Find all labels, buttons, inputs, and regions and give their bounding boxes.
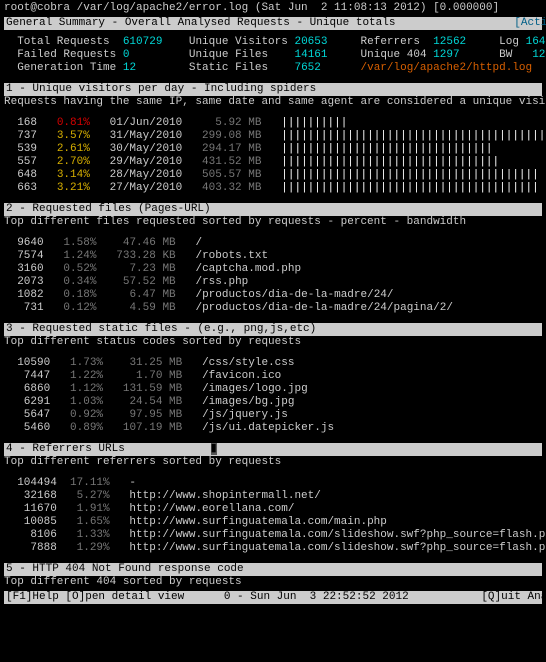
file-row[interactable]: 1082 0.18% 6.47 MB /productos/dia-de-la-… [4,289,542,302]
referrer-row[interactable]: 8106 1.33% http://www.surfinguatemala.co… [4,529,542,542]
static-row[interactable]: 5460 0.89% 107.19 MB /js/ui.datepicker.j… [4,422,542,435]
summary-row-1: Total Requests 610729 Unique Visitors 20… [4,36,542,49]
section-3-sub: Top different status codes sorted by req… [4,336,542,349]
section-1-header[interactable]: 1 - Unique visitors per day - Including … [4,83,542,96]
section-3-header[interactable]: 3 - Requested static files - (e.g., png,… [4,323,542,336]
summary-row-3: Generation Time 12 Static Files 7652 /va… [4,62,542,75]
static-row[interactable]: 7447 1.22% 1.70 MB /favicon.ico [4,370,542,383]
footer-bar: [F1]Help [O]pen detail view 0 - Sun Jun … [4,591,542,604]
section-5-header[interactable]: 5 - HTTP 404 Not Found response code [4,563,542,576]
static-row[interactable]: 6860 1.12% 131.59 MB /images/logo.jpg [4,383,542,396]
visitors-row[interactable]: 663 3.21% 27/May/2010 403.32 MB ||||||||… [4,182,542,195]
static-row[interactable]: 6291 1.03% 24.54 MB /images/bg.jpg [4,396,542,409]
section-5-sub: Top different 404 sorted by requests [4,576,542,589]
title-bar: root@cobra /var/log/apache2/error.log (S… [4,2,542,15]
summary-row-2: Failed Requests 0 Unique Files 14161 Uni… [4,49,542,62]
visitors-row[interactable]: 539 2.61% 30/May/2010 294.17 MB ||||||||… [4,143,542,156]
general-summary-header: General Summary - Overall Analysed Reque… [4,17,542,30]
referrer-row[interactable]: 11670 1.91% http://www.eorellana.com/ [4,503,542,516]
section-2-header[interactable]: 2 - Requested files (Pages-URL) [4,203,542,216]
static-row[interactable]: 10590 1.73% 31.25 MB /css/style.css [4,357,542,370]
file-row[interactable]: 9640 1.58% 47.46 MB / [4,237,542,250]
visitors-row[interactable]: 557 2.70% 29/May/2010 431.52 MB ||||||||… [4,156,542,169]
file-row[interactable]: 2073 0.34% 57.52 MB /rss.php [4,276,542,289]
section-4-header[interactable]: 4 - Referrers URLs ▮ [4,443,542,456]
referrer-row[interactable]: 10085 1.65% http://www.surfinguatemala.c… [4,516,542,529]
file-row[interactable]: 731 0.12% 4.59 MB /productos/dia-de-la-m… [4,302,542,315]
file-row[interactable]: 7574 1.24% 733.28 KB /robots.txt [4,250,542,263]
referrer-row[interactable]: 7888 1.29% http://www.surfinguatemala.co… [4,542,542,555]
section-2-sub: Top different files requested sorted by … [4,216,542,229]
referrer-row[interactable]: 104494 17.11% - [4,477,542,490]
static-row[interactable]: 5647 0.92% 97.95 MB /js/jquery.js [4,409,542,422]
section-4-sub: Top different referrers sorted by reques… [4,456,542,469]
visitors-row[interactable]: 648 3.14% 28/May/2010 505.57 MB ||||||||… [4,169,542,182]
visitors-row[interactable]: 168 0.81% 01/Jun/2010 5.92 MB |||||||||| [4,117,542,130]
section-1-sub: Requests having the same IP, same date a… [4,96,542,109]
visitors-row[interactable]: 737 3.57% 31/May/2010 299.08 MB ||||||||… [4,130,542,143]
file-row[interactable]: 3160 0.52% 7.23 MB /captcha.mod.php [4,263,542,276]
referrer-row[interactable]: 32168 5.27% http://www.shopintermall.net… [4,490,542,503]
